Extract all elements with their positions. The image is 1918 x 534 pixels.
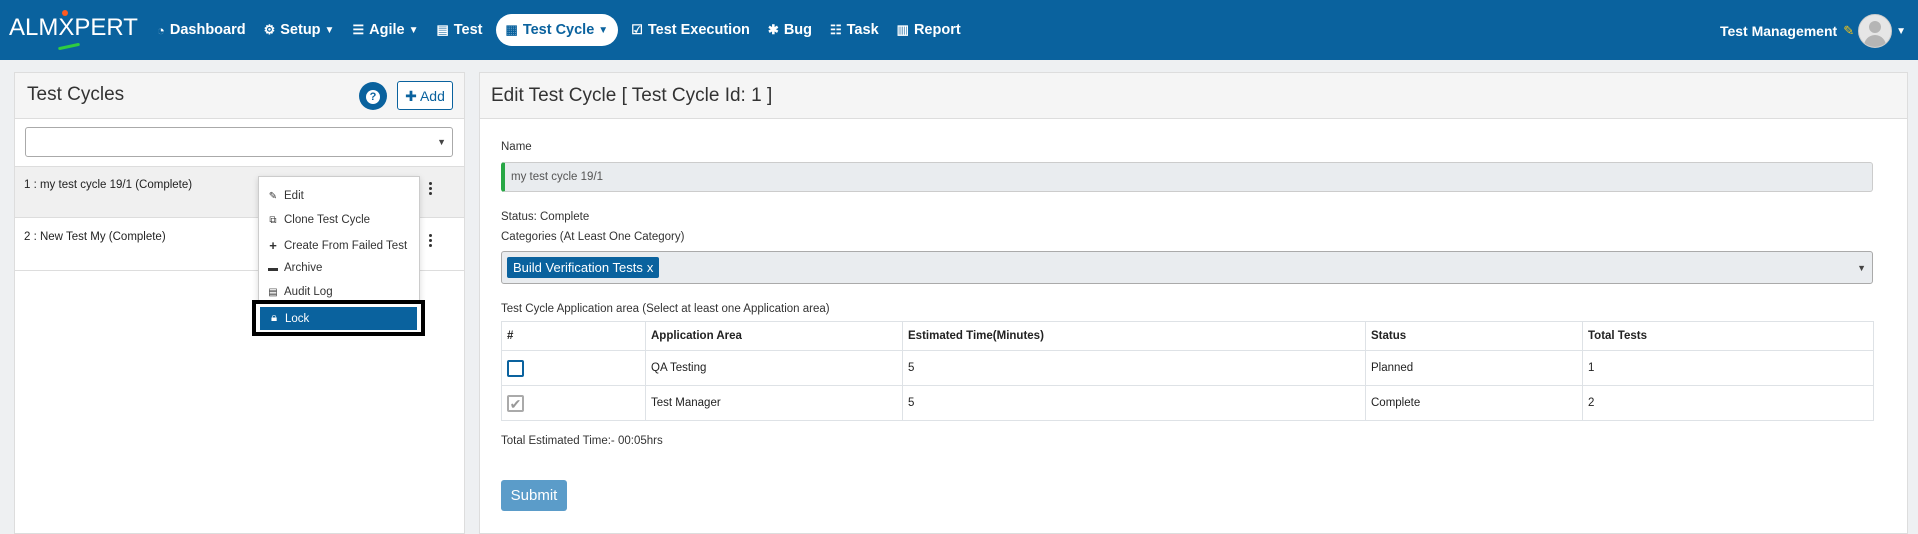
report-icon: ▥ (896, 22, 909, 37)
test-cycles-header: Test Cycles ? ✚ Add (15, 73, 464, 119)
help-button[interactable]: ? (359, 82, 387, 110)
nav-agile[interactable]: ☰ Agile ▼ (343, 14, 427, 46)
name-label: Name (501, 141, 532, 153)
bug-icon: ✱ (767, 22, 779, 37)
caret-down-icon: ▼ (1857, 263, 1866, 273)
table-row: QA Testing 5 Planned 1 (501, 350, 1874, 386)
submit-button[interactable]: Submit (501, 480, 567, 511)
nav-setup[interactable]: ⚙ Setup ▼ (255, 14, 344, 46)
nav-test-cycle[interactable]: ▦ Test Cycle ▼ (495, 14, 619, 46)
nav-task[interactable]: ☷ Task (821, 14, 888, 46)
row-checkbox[interactable]: ✔ (507, 394, 524, 412)
total-estimated-time: Total Estimated Time:- 00:05hrs (501, 435, 663, 447)
nav-report[interactable]: ▥ Report (888, 14, 970, 46)
kebab-menu-icon[interactable] (427, 182, 433, 197)
total-cell: 2 (1582, 385, 1874, 421)
column-header: Total Tests (1582, 321, 1874, 351)
cycle-label: 2 : New Test My (Complete) (24, 231, 166, 243)
chevron-down-icon: ▼ (598, 24, 609, 36)
plus-icon: + (269, 238, 277, 253)
categories-label: Categories (At Least One Category) (501, 231, 685, 243)
edit-header: Edit Test Cycle [ Test Cycle Id: 1 ] (480, 73, 1907, 119)
column-header: Estimated Time(Minutes) (902, 321, 1366, 351)
chevron-down-icon: ▼ (1896, 25, 1906, 37)
chevron-down-icon: ▼ (324, 24, 335, 36)
user-name: Test Management (1719, 23, 1838, 39)
application-area-table: # Application Area Estimated Time(Minute… (501, 321, 1874, 421)
nav-dashboard[interactable]: ◔ Dashboard (148, 14, 255, 46)
grid-icon: ▦ (505, 22, 518, 37)
cycle-filter-select[interactable]: ▼ (25, 127, 453, 157)
avatar[interactable] (1858, 14, 1893, 48)
top-navbar: ALMXPERT ◔ Dashboard ⚙ Setup ▼ ☰ Agile ▼ ▤ Tes… (0, 0, 1918, 60)
nav-test[interactable]: ▤ Test (427, 14, 491, 46)
almxpert-logo[interactable]: ALMXPERT (9, 10, 138, 42)
menu-item-audit-log[interactable]: ▤ Audit Log (267, 286, 332, 298)
question-icon: ? (366, 90, 380, 104)
pencil-icon: ✎ (268, 190, 278, 202)
menu-item-create-from-failed[interactable]: + Create From Failed Test (267, 238, 407, 253)
check-icon: ✔ (509, 395, 522, 412)
area-cell: Test Manager (645, 385, 903, 421)
row-checkbox[interactable] (507, 359, 524, 377)
document-icon: ▤ (268, 286, 278, 298)
pencil-icon[interactable]: ✎ (1843, 23, 1854, 39)
status-cell: Planned (1365, 350, 1583, 386)
table-row: ✔ Test Manager 5 Complete 2 (501, 385, 1874, 421)
lock-highlight: 🔒︎ Lock (252, 300, 425, 336)
time-cell: 5 (902, 350, 1366, 386)
plus-icon: ✚ (405, 88, 420, 104)
time-cell: 5 (902, 385, 1366, 421)
area-cell: QA Testing (645, 350, 903, 386)
list-icon: ☰ (352, 22, 365, 37)
chevron-down-icon: ▼ (408, 24, 419, 36)
status-text: Status: Complete (501, 211, 590, 223)
page-title: Edit Test Cycle [ Test Cycle Id: 1 ] (491, 85, 773, 106)
file-icon: ▤ (436, 22, 449, 37)
gears-icon: ⚙ (263, 22, 276, 37)
column-header: # (501, 321, 646, 351)
name-field[interactable]: my test cycle 19/1 (501, 162, 1873, 192)
menu-item-lock[interactable]: 🔒︎ Lock (260, 307, 417, 330)
dashboard-icon: ◔ (157, 22, 165, 38)
app-area-label: Test Cycle Application area (Select at l… (501, 303, 830, 315)
checkbox-cell: ✔ (501, 385, 646, 421)
check-square-icon: ☑ (631, 22, 643, 37)
column-header: Status (1365, 321, 1583, 351)
table-header-row: # Application Area Estimated Time(Minute… (501, 321, 1874, 351)
remove-tag-icon[interactable]: x (647, 260, 654, 275)
cycle-context-menu: ✎ Edit ⧉ Clone Test Cycle + Create From Fai… (258, 176, 420, 303)
lock-icon: 🔒︎ (270, 312, 278, 324)
edit-test-cycle-panel: Edit Test Cycle [ Test Cycle Id: 1 ] Nam… (479, 72, 1908, 534)
add-button[interactable]: ✚ Add (397, 81, 453, 110)
nav-test-execution[interactable]: ☑ Test Execution (622, 14, 759, 46)
kebab-menu-icon[interactable] (427, 234, 433, 249)
tasks-icon: ☷ (830, 22, 842, 37)
category-tag: Build Verification Tests x (507, 257, 660, 278)
menu-item-archive[interactable]: ▬ Archive (267, 262, 322, 274)
user-menu[interactable]: Test Management ✎ ▼ (1720, 14, 1906, 48)
menu-item-edit[interactable]: ✎ Edit (267, 190, 304, 202)
nav-bug[interactable]: ✱ Bug (759, 14, 821, 46)
categories-select[interactable]: Build Verification Tests x ▼ (501, 251, 1873, 284)
clone-icon: ⧉ (269, 214, 277, 226)
caret-down-icon: ▼ (437, 137, 446, 147)
column-header: Application Area (645, 321, 903, 351)
checkbox-cell (501, 350, 646, 386)
main-nav: ◔ Dashboard ⚙ Setup ▼ ☰ Agile ▼ ▤ Test ▦ Test C… (148, 13, 970, 47)
panel-title: Test Cycles (27, 84, 125, 105)
total-cell: 1 (1582, 350, 1874, 386)
menu-item-clone[interactable]: ⧉ Clone Test Cycle (267, 214, 370, 226)
cycle-label: 1 : my test cycle 19/1 (Complete) (24, 179, 193, 191)
status-cell: Complete (1365, 385, 1583, 421)
archive-icon: ▬ (268, 262, 278, 274)
